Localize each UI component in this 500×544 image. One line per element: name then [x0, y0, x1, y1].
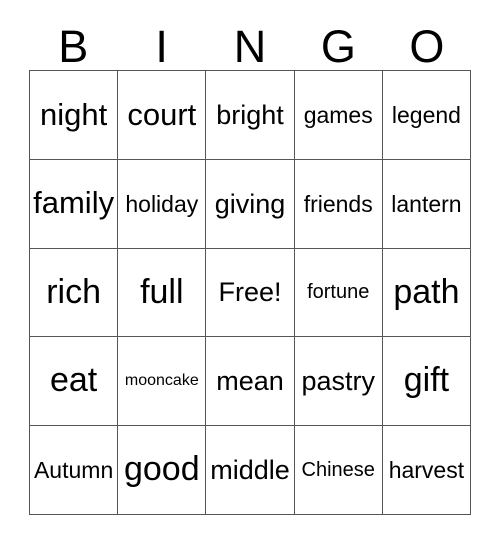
bingo-cell[interactable]: good: [118, 426, 207, 515]
bingo-cell[interactable]: Chinese: [294, 426, 383, 515]
bingo-header-letter-b: B: [58, 21, 89, 72]
bingo-cell-label: path: [393, 272, 460, 311]
bingo-cell-label: rich: [46, 272, 101, 311]
bingo-cell-label: family: [33, 185, 115, 221]
bingo-cell[interactable]: mean: [206, 337, 295, 427]
bingo-cell-label: middle: [210, 454, 290, 485]
bingo-header-letter-g: G: [320, 21, 356, 72]
bingo-header-letter-n: N: [233, 21, 267, 72]
bingo-cell-label: games: [303, 101, 373, 128]
bingo-cell-label: court: [127, 96, 197, 132]
bingo-cell-label: eat: [49, 361, 98, 400]
bingo-cell-label: friends: [303, 190, 373, 217]
bingo-cell-label: Autumn: [33, 457, 114, 484]
bingo-cell[interactable]: gift: [382, 337, 472, 427]
bingo-header-letter-i: I: [155, 21, 168, 72]
bingo-grid: night court bright games legend family h…: [29, 70, 472, 515]
bingo-cell-label: night: [39, 96, 108, 132]
bingo-row: rich full Free! fortune path: [30, 248, 472, 338]
bingo-cell[interactable]: rich: [30, 248, 119, 338]
bingo-cell[interactable]: giving: [206, 159, 295, 249]
bingo-cell-label: mooncake: [124, 371, 199, 389]
bingo-cell[interactable]: Autumn: [30, 426, 119, 515]
bingo-cell[interactable]: holiday: [118, 159, 207, 249]
bingo-row: night court bright games legend: [30, 71, 472, 160]
bingo-cell[interactable]: bright: [206, 71, 295, 160]
bingo-cell-label: full: [140, 272, 184, 311]
bingo-cell-label: harvest: [388, 457, 465, 484]
bingo-cell-label: mean: [216, 366, 284, 397]
bingo-cell-label: pastry: [301, 366, 375, 397]
bingo-cell-label: giving: [214, 188, 286, 219]
bingo-cell[interactable]: middle: [206, 426, 295, 515]
bingo-cell[interactable]: fortune: [294, 248, 383, 338]
bingo-cell[interactable]: family: [30, 159, 119, 249]
bingo-cell[interactable]: full: [118, 248, 207, 338]
bingo-cell-label: fortune: [307, 280, 370, 303]
bingo-cell-free[interactable]: Free!: [206, 248, 295, 338]
bingo-cell-label: lantern: [391, 190, 462, 217]
bingo-row: Autumn good middle Chinese harvest: [30, 426, 472, 515]
bingo-card: B I N G O night court bright games legen…: [0, 0, 500, 544]
bingo-cell-label: legend: [391, 101, 461, 128]
bingo-cell-label: good: [123, 450, 200, 489]
bingo-cell-label: bright: [216, 99, 284, 130]
bingo-cell[interactable]: pastry: [294, 337, 383, 427]
bingo-cell[interactable]: court: [118, 71, 207, 160]
bingo-cell[interactable]: lantern: [382, 159, 472, 249]
bingo-cell-label: Free!: [218, 277, 282, 308]
bingo-cell[interactable]: games: [294, 71, 383, 160]
bingo-cell[interactable]: mooncake: [118, 337, 207, 427]
bingo-cell-label: holiday: [125, 190, 199, 217]
bingo-row: eat mooncake mean pastry gift: [30, 337, 472, 427]
bingo-row: family holiday giving friends lantern: [30, 159, 472, 249]
bingo-cell-label: Chinese: [301, 458, 375, 481]
bingo-cell[interactable]: legend: [382, 71, 472, 160]
bingo-header-letter-o: O: [409, 21, 445, 72]
bingo-cell-label: gift: [403, 361, 450, 400]
bingo-cell[interactable]: friends: [294, 159, 383, 249]
bingo-header: B I N G O: [29, 22, 471, 70]
bingo-cell[interactable]: night: [30, 71, 119, 160]
bingo-cell[interactable]: path: [382, 248, 472, 338]
bingo-cell[interactable]: harvest: [382, 426, 472, 515]
bingo-cell[interactable]: eat: [30, 337, 119, 427]
